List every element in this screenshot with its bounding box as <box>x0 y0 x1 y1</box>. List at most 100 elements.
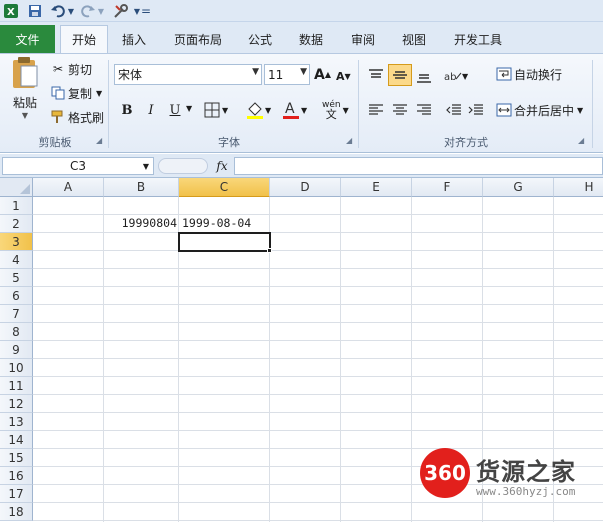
align-bottom-button[interactable] <box>414 66 434 86</box>
chevron-down-icon[interactable]: ▼ <box>222 106 228 115</box>
row-header-16[interactable]: 16 <box>0 467 33 485</box>
paste-icon <box>11 56 39 90</box>
row-header-11[interactable]: 11 <box>0 377 33 395</box>
alignment-launcher-icon[interactable]: ◢ <box>578 136 584 145</box>
font-name-combo[interactable]: 宋体 ▼ <box>114 64 262 85</box>
redo-icon[interactable] <box>80 2 96 20</box>
row-header-2[interactable]: 2 <box>0 215 33 233</box>
customize-qat-button[interactable]: = <box>140 2 152 20</box>
row-header-8[interactable]: 8 <box>0 323 33 341</box>
row-header-5[interactable]: 5 <box>0 269 33 287</box>
chevron-down-icon[interactable]: ▼ <box>462 72 468 81</box>
formula-bar-resize-handle[interactable] <box>158 158 208 174</box>
cut-button[interactable]: ✂ 剪切 <box>50 60 92 78</box>
font-launcher-icon[interactable]: ◢ <box>346 136 352 145</box>
save-icon[interactable] <box>26 2 44 20</box>
paste-button[interactable]: 粘贴 ▼ <box>6 56 44 120</box>
phonetic-guide-button[interactable]: wén 文 ▼ <box>322 98 349 122</box>
tab-file[interactable]: 文件 <box>0 25 55 53</box>
align-center-icon <box>393 104 407 115</box>
cell-C2[interactable]: 1999-08-04 <box>180 214 270 232</box>
paintbrush-icon <box>50 110 66 124</box>
grid-row-line <box>33 304 603 305</box>
bold-button[interactable]: B <box>118 100 136 120</box>
align-right-button[interactable] <box>414 100 434 120</box>
column-header-E[interactable]: E <box>341 178 412 197</box>
column-header-H[interactable]: H <box>554 178 603 197</box>
tab-data[interactable]: 数据 <box>290 25 332 53</box>
redo-dropdown-icon[interactable]: ▼ <box>96 2 106 20</box>
row-header-3[interactable]: 3 <box>0 233 33 251</box>
column-header-C[interactable]: C <box>179 178 270 197</box>
font-size-combo[interactable]: 11 ▼ <box>264 64 310 85</box>
tab-formulas[interactable]: 公式 <box>240 25 280 53</box>
row-header-1[interactable]: 1 <box>0 197 33 215</box>
grid-row-line <box>33 232 603 233</box>
align-center-button[interactable] <box>390 100 410 120</box>
decrease-indent-button[interactable] <box>444 100 464 120</box>
row-header-7[interactable]: 7 <box>0 305 33 323</box>
column-header-D[interactable]: D <box>270 178 341 197</box>
row-header-4[interactable]: 4 <box>0 251 33 269</box>
tab-page-layout[interactable]: 页面布局 <box>162 25 234 53</box>
grid-column-line <box>411 197 412 522</box>
tab-view[interactable]: 视图 <box>393 25 435 53</box>
row-header-18[interactable]: 18 <box>0 503 33 521</box>
column-header-F[interactable]: F <box>412 178 483 197</box>
shrink-font-button[interactable]: A ▼ <box>336 66 351 87</box>
font-color-button[interactable]: A ▼ <box>282 98 307 122</box>
row-header-14[interactable]: 14 <box>0 431 33 449</box>
row-header-10[interactable]: 10 <box>0 359 33 377</box>
chevron-down-icon[interactable]: ▼ <box>143 162 149 171</box>
row-header-13[interactable]: 13 <box>0 413 33 431</box>
undo-icon[interactable] <box>50 2 66 20</box>
italic-button[interactable]: I <box>142 100 160 120</box>
fill-handle[interactable] <box>267 248 272 253</box>
format-painter-button[interactable]: 格式刷 <box>50 108 104 126</box>
underline-button[interactable]: U <box>166 100 184 120</box>
grow-font-button[interactable]: A ▲ <box>314 64 331 85</box>
chevron-down-icon[interactable]: ▼ <box>300 67 307 77</box>
chevron-down-icon[interactable]: ▼ <box>252 67 259 77</box>
formula-input[interactable] <box>234 157 603 175</box>
align-middle-button[interactable] <box>388 64 412 86</box>
align-left-button[interactable] <box>366 100 386 120</box>
active-cell-C3[interactable] <box>178 232 271 252</box>
row-header-9[interactable]: 9 <box>0 341 33 359</box>
copy-button[interactable]: 复制 ▼ <box>50 84 102 102</box>
chevron-down-icon[interactable]: ▼ <box>343 106 349 115</box>
tab-insert[interactable]: 插入 <box>112 25 156 53</box>
scissors-icon: ✂ <box>52 62 64 76</box>
chevron-down-icon[interactable]: ▼ <box>265 106 271 115</box>
copy-dropdown-icon[interactable]: ▼ <box>96 89 102 98</box>
select-all-button[interactable] <box>0 178 33 197</box>
tools-icon[interactable] <box>112 2 130 20</box>
column-header-A[interactable]: A <box>33 178 104 197</box>
increase-indent-button[interactable] <box>466 100 486 120</box>
excel-logo-icon[interactable]: X <box>2 2 20 20</box>
fill-color-button[interactable]: ▼ <box>246 98 271 122</box>
row-header-17[interactable]: 17 <box>0 485 33 503</box>
insert-function-button[interactable]: fx <box>212 158 232 174</box>
row-header-12[interactable]: 12 <box>0 395 33 413</box>
chevron-down-icon[interactable]: ▼ <box>301 106 307 115</box>
undo-dropdown-icon[interactable]: ▼ <box>66 2 76 20</box>
row-header-6[interactable]: 6 <box>0 287 33 305</box>
underline-dropdown-icon[interactable]: ▼ <box>186 104 192 113</box>
align-top-button[interactable] <box>366 66 386 86</box>
tab-developer[interactable]: 开发工具 <box>443 25 513 53</box>
clipboard-launcher-icon[interactable]: ◢ <box>96 136 102 145</box>
column-header-B[interactable]: B <box>104 178 179 197</box>
tab-review[interactable]: 审阅 <box>342 25 384 53</box>
merge-center-button[interactable]: 合并后居中 ▼ <box>496 100 583 120</box>
orientation-button[interactable]: ab ▼ <box>444 66 468 86</box>
chevron-down-icon[interactable]: ▼ <box>577 106 583 115</box>
paste-dropdown-icon[interactable]: ▼ <box>22 111 28 120</box>
name-box[interactable]: C3 ▼ <box>2 157 154 175</box>
column-header-G[interactable]: G <box>483 178 554 197</box>
row-header-15[interactable]: 15 <box>0 449 33 467</box>
cell-B2[interactable]: 19990804 <box>104 214 179 232</box>
wrap-text-button[interactable]: 自动换行 <box>496 64 562 84</box>
borders-button[interactable]: ▼ <box>204 100 228 120</box>
tab-home[interactable]: 开始 <box>60 25 108 53</box>
